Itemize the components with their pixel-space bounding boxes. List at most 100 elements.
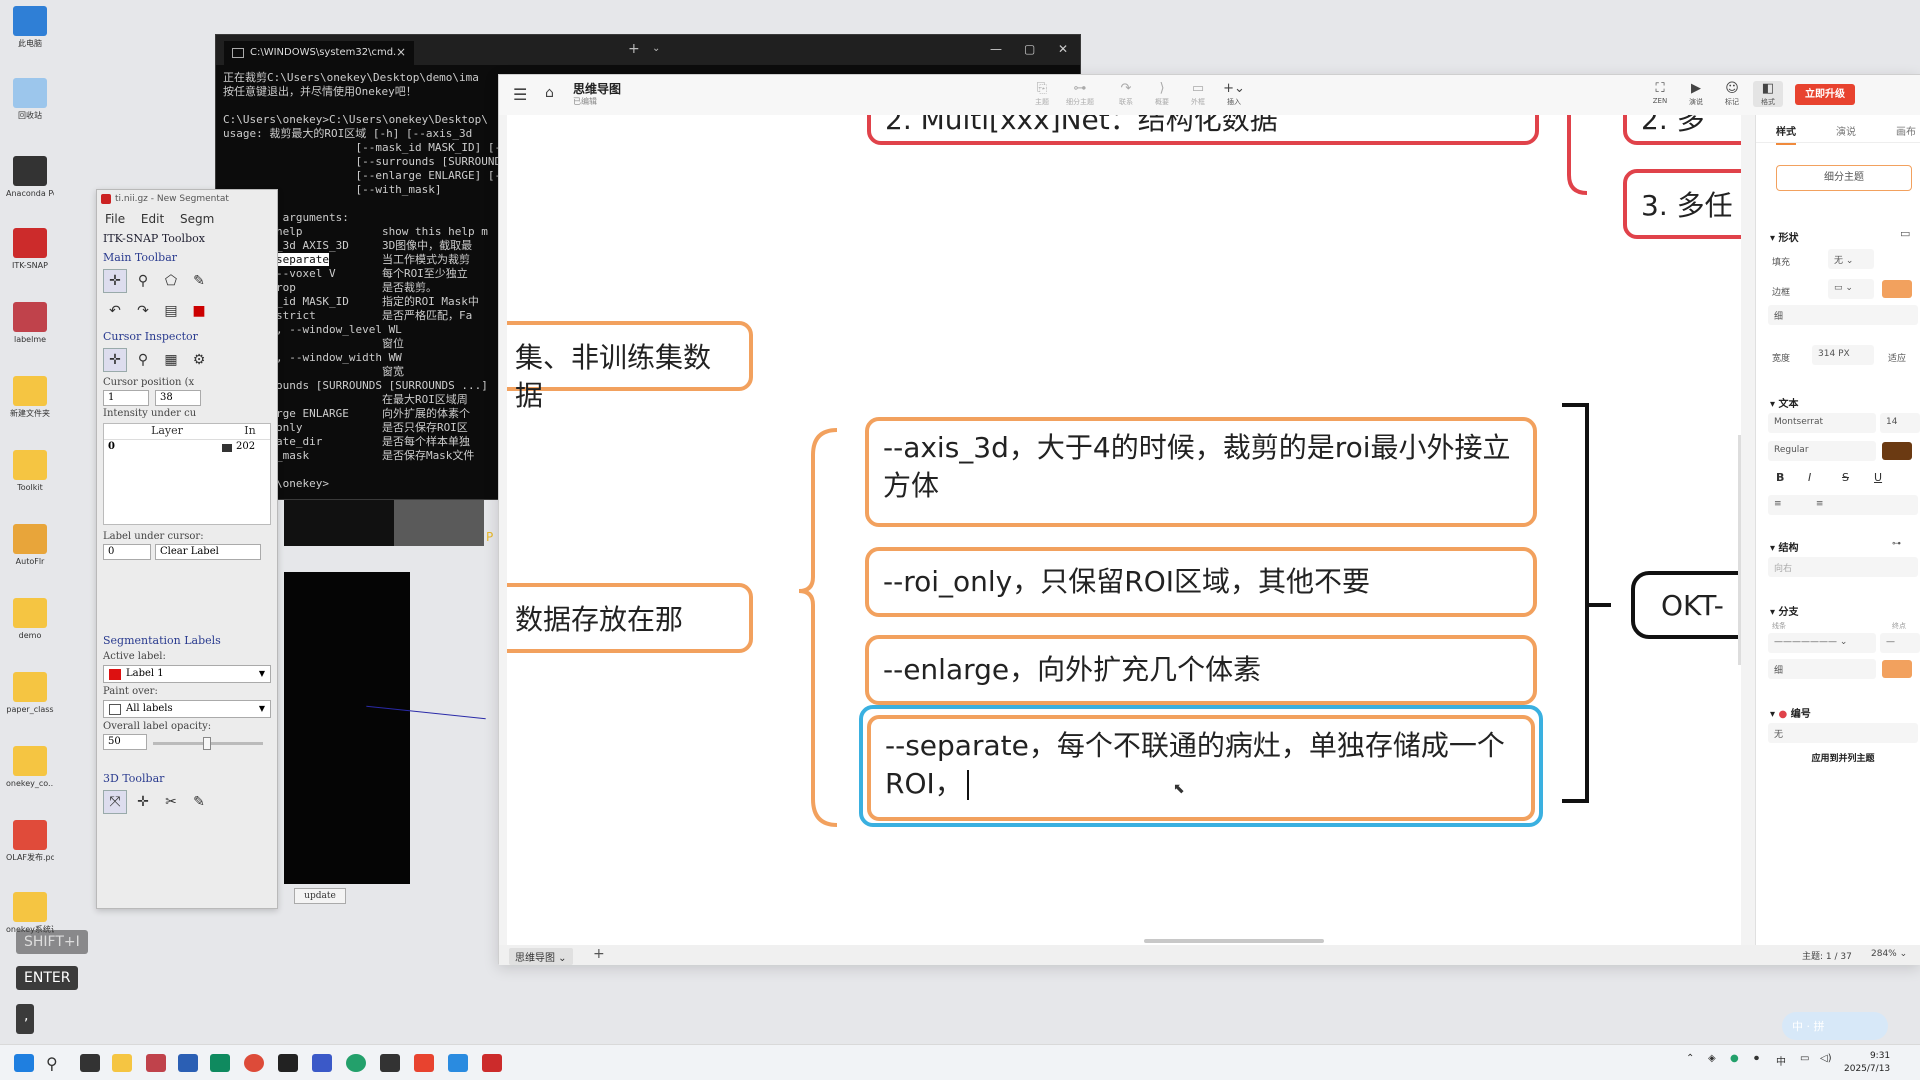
desktop-icon[interactable]: ITK-SNAP <box>6 228 54 271</box>
paint-over-select[interactable]: All labels ▼ <box>103 700 271 718</box>
itk-3d-view[interactable] <box>284 572 486 884</box>
bold-icon[interactable]: B <box>1776 471 1784 484</box>
search-icon[interactable]: ⚲ <box>46 1054 66 1073</box>
branch-color-swatch[interactable] <box>1882 660 1912 678</box>
settings-icon[interactable]: ⚙ <box>187 348 211 372</box>
mindmap-canvas[interactable]: 2. Multi[xxx]Net：结构化数据 2. 多 3. 多任 集、非训练集… <box>507 115 1741 945</box>
subtopic-separate-text[interactable]: --separate，每个不联通的病灶，单独存储成一个ROI， <box>885 729 1505 800</box>
subtopic-separate-selected[interactable]: --separate，每个不联通的病灶，单独存储成一个ROI， <box>859 705 1543 827</box>
menu-edit[interactable]: Edit <box>141 212 164 226</box>
chrome-icon[interactable] <box>244 1054 264 1072</box>
subtopic-roi-only[interactable]: --roi_only，只保留ROI区域，其他不要 <box>865 547 1537 617</box>
desktop-icon[interactable]: labelme <box>6 302 54 345</box>
close-icon[interactable]: ✕ <box>1058 42 1068 56</box>
mindmap-window[interactable]: ☰ ⌂ 思维导图 已编辑 ⎘ 主题 ⊶ 细分主题 ↷ 联系 ⟩ 概要 ▭ 外框 … <box>498 74 1920 965</box>
desktop-icon[interactable]: OLAF发布.pdf <box>6 820 54 863</box>
horizontal-scrollbar[interactable] <box>1144 939 1324 943</box>
task-view-icon[interactable] <box>80 1054 100 1072</box>
structure-select[interactable]: 向右 <box>1768 557 1918 577</box>
format-button[interactable]: ◧ 格式 <box>1753 81 1783 107</box>
itk-snap-window[interactable]: ti.nii.gz - New Segmentat File Edit Segm… <box>96 189 278 909</box>
toolbar-topic-button[interactable]: ⎘ 主题 <box>1027 81 1057 107</box>
underline-icon[interactable]: U <box>1874 471 1882 484</box>
border-weight-select[interactable]: 细 <box>1768 305 1918 325</box>
table-row[interactable]: 0 202 <box>104 440 270 453</box>
volume-icon[interactable]: ◁) <box>1820 1053 1832 1064</box>
toolbar-child-topic-button[interactable]: ⊶ 细分主题 <box>1065 81 1095 107</box>
branch-line-select[interactable]: ——————— ⌄ <box>1768 633 1876 653</box>
intensity-table[interactable]: Layer In 0 202 <box>103 423 271 525</box>
desktop-icon[interactable]: paper_class <box>6 672 54 715</box>
cursor-y-input[interactable]: 38 <box>155 390 201 406</box>
terminal-icon[interactable] <box>380 1054 400 1072</box>
cursor-x-input[interactable]: 1 <box>103 390 149 406</box>
chevron-up-icon[interactable]: ⌃ <box>1686 1053 1694 1064</box>
clock[interactable]: 9:31 2025/7/13 <box>1844 1050 1890 1076</box>
text-section-title[interactable]: ▾ 文本 <box>1770 395 1799 410</box>
layers-icon[interactable]: ▤ <box>159 299 183 323</box>
zoom-level[interactable]: 284% ⌄ <box>1871 949 1907 959</box>
new-tab-icon[interactable]: + <box>628 41 640 57</box>
close-tab-icon[interactable]: × <box>396 45 406 59</box>
undo-icon[interactable]: ↶ <box>103 299 127 323</box>
crosshair-3d-icon[interactable]: ✛ <box>131 790 155 814</box>
width-auto-button[interactable]: 适应 <box>1888 351 1906 364</box>
branch-weight-select[interactable]: 细 <box>1768 659 1876 679</box>
shape-rect-icon[interactable]: ▭ <box>1900 227 1910 240</box>
italic-icon[interactable]: I <box>1808 471 1811 484</box>
numbering-select[interactable]: 无 <box>1768 723 1918 743</box>
topic-node-top-right-2[interactable]: 3. 多任 <box>1623 169 1741 239</box>
zen-button[interactable]: ⛶ ZEN <box>1645 81 1675 105</box>
grid-icon[interactable]: ▦ <box>159 348 183 372</box>
desktop-icon[interactable]: 回收站 <box>6 78 54 121</box>
subtopic-style-button[interactable]: 细分主题 <box>1776 165 1912 191</box>
opacity-slider[interactable] <box>153 737 263 750</box>
zoom-tool-icon[interactable]: ⚲ <box>131 269 155 293</box>
minimize-icon[interactable]: — <box>990 42 1002 56</box>
text-color-swatch[interactable] <box>1882 442 1912 460</box>
zoom-icon[interactable]: ⚲ <box>131 348 155 372</box>
wechat-icon[interactable] <box>346 1054 366 1072</box>
tab-presentation[interactable]: 演说 <box>1836 123 1856 138</box>
topic-node-left-2[interactable]: 数据存放在那 <box>507 583 753 653</box>
document-title[interactable]: 思维导图 <box>573 80 621 97</box>
update-button[interactable]: update <box>294 888 346 904</box>
font-family-select[interactable]: Montserrat <box>1768 413 1876 433</box>
app-icon[interactable] <box>146 1054 166 1072</box>
tab-style[interactable]: 样式 <box>1776 123 1796 145</box>
spray-icon[interactable]: ✎ <box>187 790 211 814</box>
toolbar-boundary-button[interactable]: ▭ 外框 <box>1183 81 1213 107</box>
desktop-icon[interactable]: Anaconda Powersh... <box>6 156 54 199</box>
ime-indicator[interactable]: 中 · 拼 <box>1782 1012 1888 1040</box>
rotate-3d-icon[interactable]: ⤧ <box>103 790 127 814</box>
opacity-slider-handle[interactable] <box>203 737 211 750</box>
home-icon[interactable]: ⌂ <box>545 85 554 101</box>
structure-icon[interactable]: ⊶ <box>1892 539 1901 549</box>
marker-button[interactable]: ☺ 标记 <box>1717 81 1747 107</box>
itk-snap-icon[interactable] <box>482 1054 502 1072</box>
mindmap-app-icon[interactable] <box>414 1054 434 1072</box>
add-sheet-icon[interactable]: + <box>593 946 605 962</box>
pycharm-icon[interactable] <box>210 1054 230 1072</box>
wechat-tray-icon[interactable]: ● <box>1730 1053 1739 1064</box>
border-style-select[interactable]: ▭ ⌄ <box>1828 279 1874 299</box>
network-icon[interactable]: ▭ <box>1800 1053 1809 1064</box>
numbering-section-title[interactable]: ▾ ● 编号 <box>1770 705 1811 720</box>
crosshair-icon[interactable]: ✛ <box>103 348 127 372</box>
tab-canvas[interactable]: 画布 <box>1896 123 1916 138</box>
topic-node-left-1[interactable]: 集、非训练集数据 <box>507 321 753 412</box>
cmd-tab[interactable]: C:\WINDOWS\system32\cmd. × <box>224 41 414 65</box>
topic-node-top[interactable]: 2. Multi[xxx]Net：结构化数据 <box>867 115 1539 145</box>
font-size-select[interactable]: 14 <box>1880 413 1920 433</box>
app-icon[interactable] <box>178 1054 198 1072</box>
file-explorer-icon[interactable] <box>112 1054 132 1072</box>
text-align-group[interactable]: ≡ ≡ <box>1768 495 1918 515</box>
desktop-icon[interactable]: 此电脑 <box>6 6 54 49</box>
app-icon[interactable] <box>448 1054 468 1072</box>
menu-segmentation[interactable]: Segm <box>180 212 214 226</box>
scalpel-icon[interactable]: ✂ <box>159 790 183 814</box>
upgrade-button[interactable]: 立即升级 <box>1795 84 1855 105</box>
app-icon[interactable] <box>312 1054 332 1072</box>
subtopic-separate[interactable]: --separate，每个不联通的病灶，单独存储成一个ROI， <box>867 715 1535 821</box>
width-input[interactable]: 314 PX <box>1812 345 1874 365</box>
